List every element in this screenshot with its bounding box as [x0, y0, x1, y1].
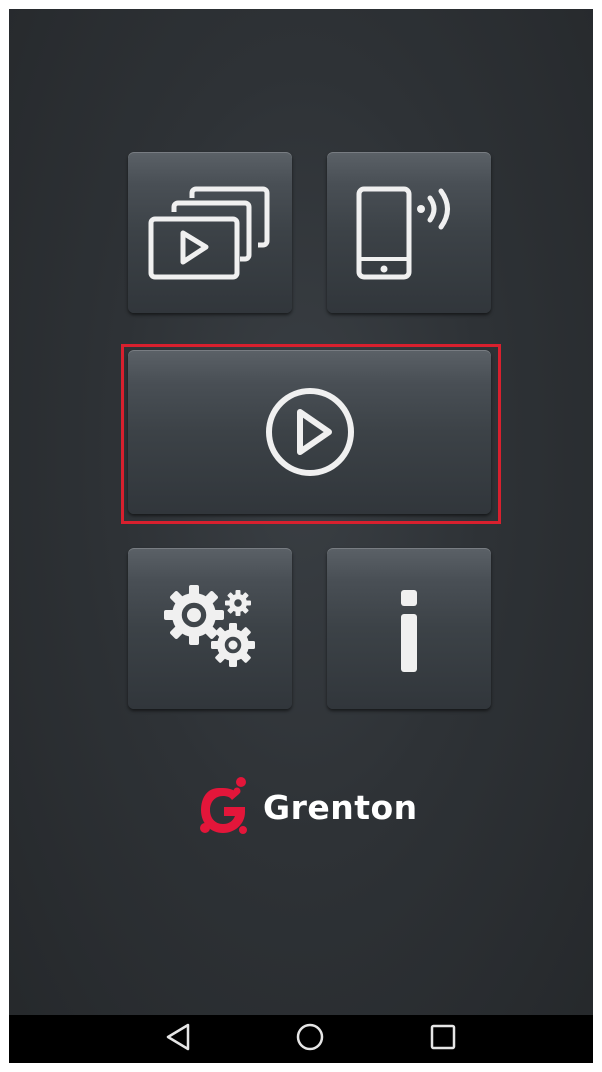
- grenton-logo: Grenton: [199, 772, 418, 842]
- settings-button[interactable]: [128, 548, 292, 709]
- slideshow-gallery-icon: [148, 185, 272, 281]
- nav-recent-apps-button[interactable]: [413, 1015, 473, 1063]
- screen: Grenton: [0, 0, 602, 1072]
- brand-name: Grenton: [263, 787, 418, 827]
- app-screen: Grenton: [9, 9, 593, 1063]
- info-icon: [394, 584, 424, 674]
- nav-back-button[interactable]: [148, 1015, 208, 1063]
- play-circle-icon: [263, 385, 357, 479]
- info-button[interactable]: [327, 548, 491, 709]
- nav-home-icon: [295, 1022, 325, 1057]
- system-navigation-bar: [9, 1015, 593, 1063]
- gears-icon: [158, 581, 262, 677]
- nav-back-icon: [164, 1022, 192, 1057]
- nav-recent-apps-icon: [429, 1023, 457, 1056]
- phone-wireless-icon: [354, 183, 464, 283]
- nav-home-button[interactable]: [280, 1015, 340, 1063]
- gallery-button[interactable]: [128, 152, 292, 313]
- grenton-logo-icon: [199, 774, 251, 841]
- play-button[interactable]: [128, 350, 491, 514]
- device-connection-button[interactable]: [327, 152, 491, 313]
